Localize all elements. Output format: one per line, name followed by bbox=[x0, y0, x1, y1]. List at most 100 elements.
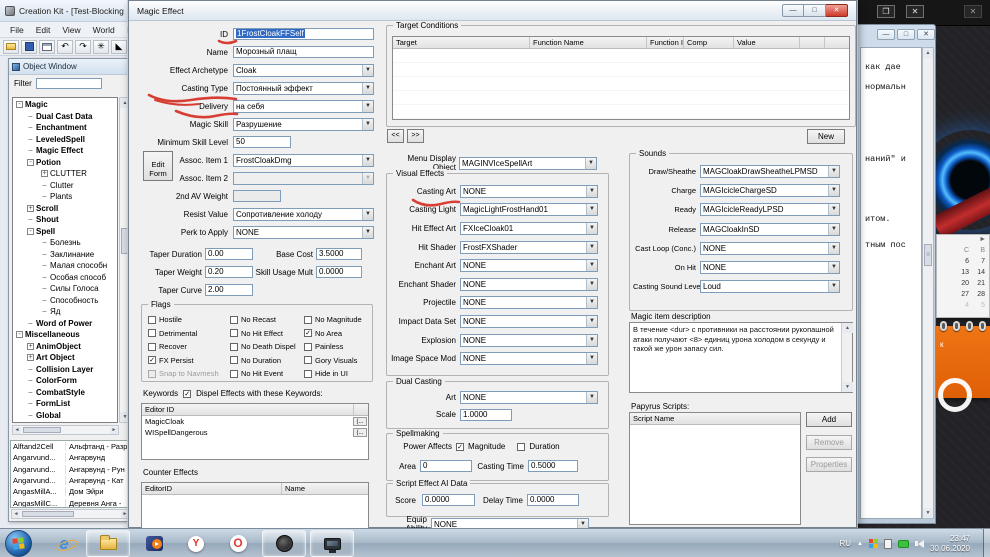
taskbar-item-internet-explorer[interactable]: e bbox=[46, 530, 82, 557]
menu-item[interactable]: Edit bbox=[30, 25, 57, 35]
notes-gadget[interactable]: к bbox=[936, 326, 990, 398]
scroll-up-icon[interactable]: ▲ bbox=[842, 323, 853, 333]
sound-dropdown[interactable]: Loud▼ bbox=[700, 280, 840, 293]
checkbox-icon[interactable] bbox=[230, 356, 238, 364]
checkbox-icon[interactable] bbox=[304, 356, 312, 364]
checkbox-icon[interactable] bbox=[230, 329, 238, 337]
tree-item[interactable]: – Болезнь bbox=[13, 237, 117, 249]
tree-expand-icon[interactable]: + bbox=[41, 170, 48, 177]
checkbox-icon[interactable] bbox=[148, 370, 156, 378]
flag-checkbox[interactable]: Hostile bbox=[148, 313, 219, 327]
tree-item[interactable]: – Dual Cast Data bbox=[13, 111, 117, 123]
tree-expand-icon[interactable]: – bbox=[41, 251, 48, 258]
base-cost-input[interactable]: 3.5000 bbox=[316, 248, 362, 260]
tree-item[interactable]: – LeveledSpell bbox=[13, 134, 117, 146]
conditions-column-header[interactable] bbox=[821, 37, 825, 48]
checkbox-icon[interactable] bbox=[230, 343, 238, 351]
flag-checkbox[interactable]: FX Persist bbox=[148, 354, 219, 368]
name-input[interactable]: Морозный плащ bbox=[233, 46, 374, 58]
checkbox-icon[interactable] bbox=[304, 316, 312, 324]
clock[interactable]: 23:47 30.06.2020 bbox=[930, 534, 970, 554]
toolbar-button-icon[interactable] bbox=[3, 40, 19, 54]
tree-item[interactable]: – ColorForm bbox=[13, 375, 117, 387]
checkbox-icon[interactable] bbox=[148, 356, 156, 364]
tree-expand-icon[interactable]: – bbox=[27, 147, 34, 154]
casting-time-input[interactable]: 0.5000 bbox=[528, 460, 578, 472]
conditions-forward-button[interactable]: >> bbox=[407, 129, 424, 143]
counter-col-editorid[interactable]: EditorID bbox=[142, 483, 282, 494]
language-indicator[interactable]: RU bbox=[839, 539, 851, 548]
text-window-scrollbar[interactable]: ▲ ≡ ▼ bbox=[922, 47, 934, 519]
sound-dropdown[interactable]: NONE▼ bbox=[700, 242, 840, 255]
tree-item[interactable]: – Plants bbox=[13, 191, 117, 203]
tree-item[interactable]: – Global bbox=[13, 410, 117, 422]
scroll-up-icon[interactable]: ▲ bbox=[923, 48, 933, 58]
tree-item[interactable]: + CLUTTER bbox=[13, 168, 117, 180]
conditions-back-button[interactable]: << bbox=[387, 129, 404, 143]
creation-kit-titlebar[interactable]: Creation Kit - [Test-Blocking bbox=[0, 0, 134, 22]
tray-clipboard-icon[interactable] bbox=[884, 539, 892, 549]
edit-form-button[interactable]: Edit Form bbox=[143, 151, 173, 181]
sound-dropdown[interactable]: MAGIcicleChargeSD▼ bbox=[700, 184, 840, 197]
checkbox-icon[interactable] bbox=[230, 316, 238, 324]
flag-checkbox[interactable]: No Hit Effect bbox=[230, 327, 296, 341]
tree-expand-icon[interactable]: – bbox=[41, 308, 48, 315]
tree-item[interactable]: – Shout bbox=[13, 214, 117, 226]
tree-expand-icon[interactable]: – bbox=[27, 113, 34, 120]
maximize-icon[interactable]: □ bbox=[897, 29, 915, 40]
taskbar-item-explorer[interactable] bbox=[86, 530, 130, 557]
visual-effect-dropdown[interactable]: NONE▼ bbox=[460, 334, 598, 347]
close-icon[interactable]: ✕ bbox=[826, 4, 848, 17]
visual-effect-dropdown[interactable]: NONE▼ bbox=[460, 259, 598, 272]
tree-item[interactable]: – FormList bbox=[13, 398, 117, 410]
tree-hscrollbar[interactable]: ◄ ► bbox=[12, 425, 119, 435]
taskbar-item-display-app[interactable] bbox=[310, 530, 354, 557]
papyrus-add-button[interactable]: Add bbox=[806, 412, 852, 427]
description-scrollbar[interactable]: ▲ ▼ bbox=[841, 323, 852, 392]
tree-item[interactable]: – Способность bbox=[13, 295, 117, 307]
keywords-header[interactable]: Editor ID bbox=[142, 404, 354, 415]
minimize-icon[interactable]: — bbox=[782, 4, 804, 17]
keyword-row[interactable]: MagicCloak (... bbox=[142, 416, 368, 427]
taskbar-item-opera[interactable]: O bbox=[220, 530, 256, 557]
dual-scale-input[interactable]: 1.0000 bbox=[460, 409, 512, 421]
menu-item[interactable]: World bbox=[87, 25, 121, 35]
flag-checkbox[interactable]: Hide in UI bbox=[304, 367, 362, 381]
calendar-gadget[interactable]: ► СВ 67 1314 2021 bbox=[936, 234, 990, 318]
dispel-checkbox-icon[interactable] bbox=[183, 390, 191, 398]
toolbar-button-icon[interactable]: ↶ bbox=[57, 40, 73, 54]
taskbar-item-dark-app[interactable] bbox=[262, 530, 306, 557]
tree-expand-icon[interactable]: - bbox=[27, 159, 34, 166]
menu-display-object-dropdown[interactable]: MAGINVIceSpellArt▼ bbox=[459, 157, 597, 170]
description-box[interactable]: В течение <dur> с противники на расстоян… bbox=[629, 322, 853, 393]
tree-expand-icon[interactable]: - bbox=[16, 331, 23, 338]
scroll-left-icon[interactable]: ◄ bbox=[13, 427, 21, 434]
archetype-dropdown[interactable]: Cloak▼ bbox=[233, 64, 374, 77]
conditions-column-header[interactable]: Function Name bbox=[530, 37, 647, 48]
taper-duration-input[interactable]: 0.00 bbox=[205, 248, 253, 260]
dual-art-dropdown[interactable]: NONE▼ bbox=[460, 391, 598, 404]
tree-item[interactable]: – CombatStyle bbox=[13, 387, 117, 399]
scrollbar-thumb[interactable] bbox=[22, 511, 74, 517]
toolbar-button-icon[interactable]: ◣ bbox=[111, 40, 127, 54]
visual-effect-dropdown[interactable]: NONE▼ bbox=[460, 278, 598, 291]
show-desktop-button[interactable] bbox=[983, 529, 990, 557]
tree-item[interactable]: - Miscellaneous bbox=[13, 329, 117, 341]
conditions-table[interactable]: TargetFunction NameFunction InfoCompValu… bbox=[392, 36, 850, 120]
tree-expand-icon[interactable]: – bbox=[41, 182, 48, 189]
tree-item[interactable]: – Особая способ bbox=[13, 272, 117, 284]
conditions-column-header[interactable]: Target bbox=[393, 37, 530, 48]
dark-window-close-icon[interactable]: ✕ bbox=[906, 5, 924, 18]
toolbar-button-icon[interactable]: ✳ bbox=[93, 40, 109, 54]
flag-checkbox[interactable]: No Death Dispel bbox=[230, 340, 296, 354]
checkbox-icon[interactable] bbox=[230, 370, 238, 378]
flag-checkbox[interactable]: No Hit Event bbox=[230, 367, 296, 381]
flag-checkbox[interactable]: No Area bbox=[304, 327, 362, 341]
flag-checkbox[interactable]: No Magnitude bbox=[304, 313, 362, 327]
checkbox-icon[interactable] bbox=[304, 329, 312, 337]
duration-checkbox-icon[interactable] bbox=[517, 443, 525, 451]
min-skill-input[interactable]: 50 bbox=[233, 136, 291, 148]
conditions-column-header[interactable]: Value bbox=[734, 37, 800, 48]
resist-value-dropdown[interactable]: Сопротивление холоду▼ bbox=[233, 208, 374, 221]
area-input[interactable]: 0 bbox=[420, 460, 472, 472]
